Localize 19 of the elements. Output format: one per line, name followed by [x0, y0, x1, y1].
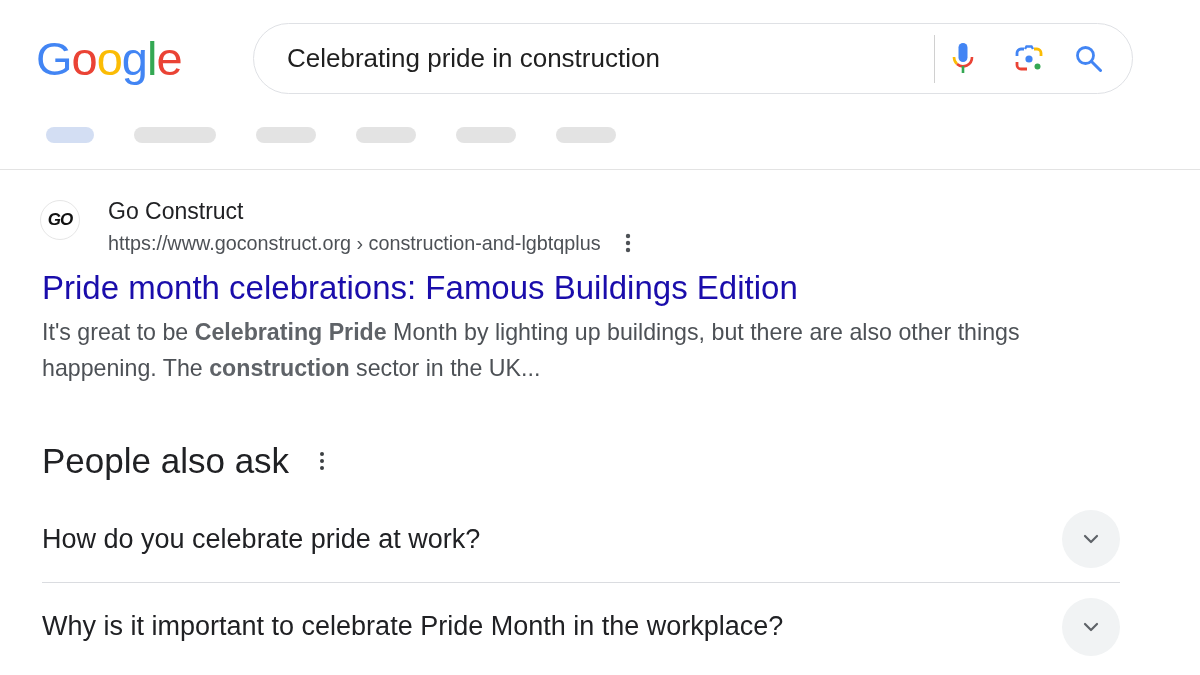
- site-url: https://www.goconstruct.org › construction-and-lgbtqplus: [108, 231, 601, 256]
- more-options-icon[interactable]: [319, 451, 326, 471]
- question-text[interactable]: How do you celebrate pride at work?: [42, 518, 481, 560]
- microphone-icon[interactable]: [951, 41, 975, 76]
- question-text[interactable]: Why is it important to celebrate Pride Month in the workplace?: [42, 606, 784, 647]
- search-icon[interactable]: [1075, 45, 1102, 72]
- tab-placeholder[interactable]: [356, 127, 416, 143]
- site-name: Go Construct: [108, 197, 244, 225]
- search-input[interactable]: Celebrating pride in construction: [287, 39, 934, 78]
- tab-placeholder[interactable]: [256, 127, 316, 143]
- tab-placeholder[interactable]: [134, 127, 216, 143]
- result-snippet: It's great to be Celebrating Pride Month by lighting up buildings, but there are also other things happening. The construction sector in the UK...: [42, 318, 1021, 383]
- tab-placeholder[interactable]: [456, 127, 516, 143]
- result-title-link[interactable]: Pride month celebrations: Famous Buildings Edition: [42, 268, 798, 308]
- tab-placeholder[interactable]: [556, 127, 616, 143]
- more-options-icon[interactable]: [624, 233, 631, 253]
- tab-placeholder[interactable]: [46, 127, 94, 143]
- camera-icon[interactable]: [1015, 44, 1043, 73]
- section-heading: People also ask: [42, 440, 290, 482]
